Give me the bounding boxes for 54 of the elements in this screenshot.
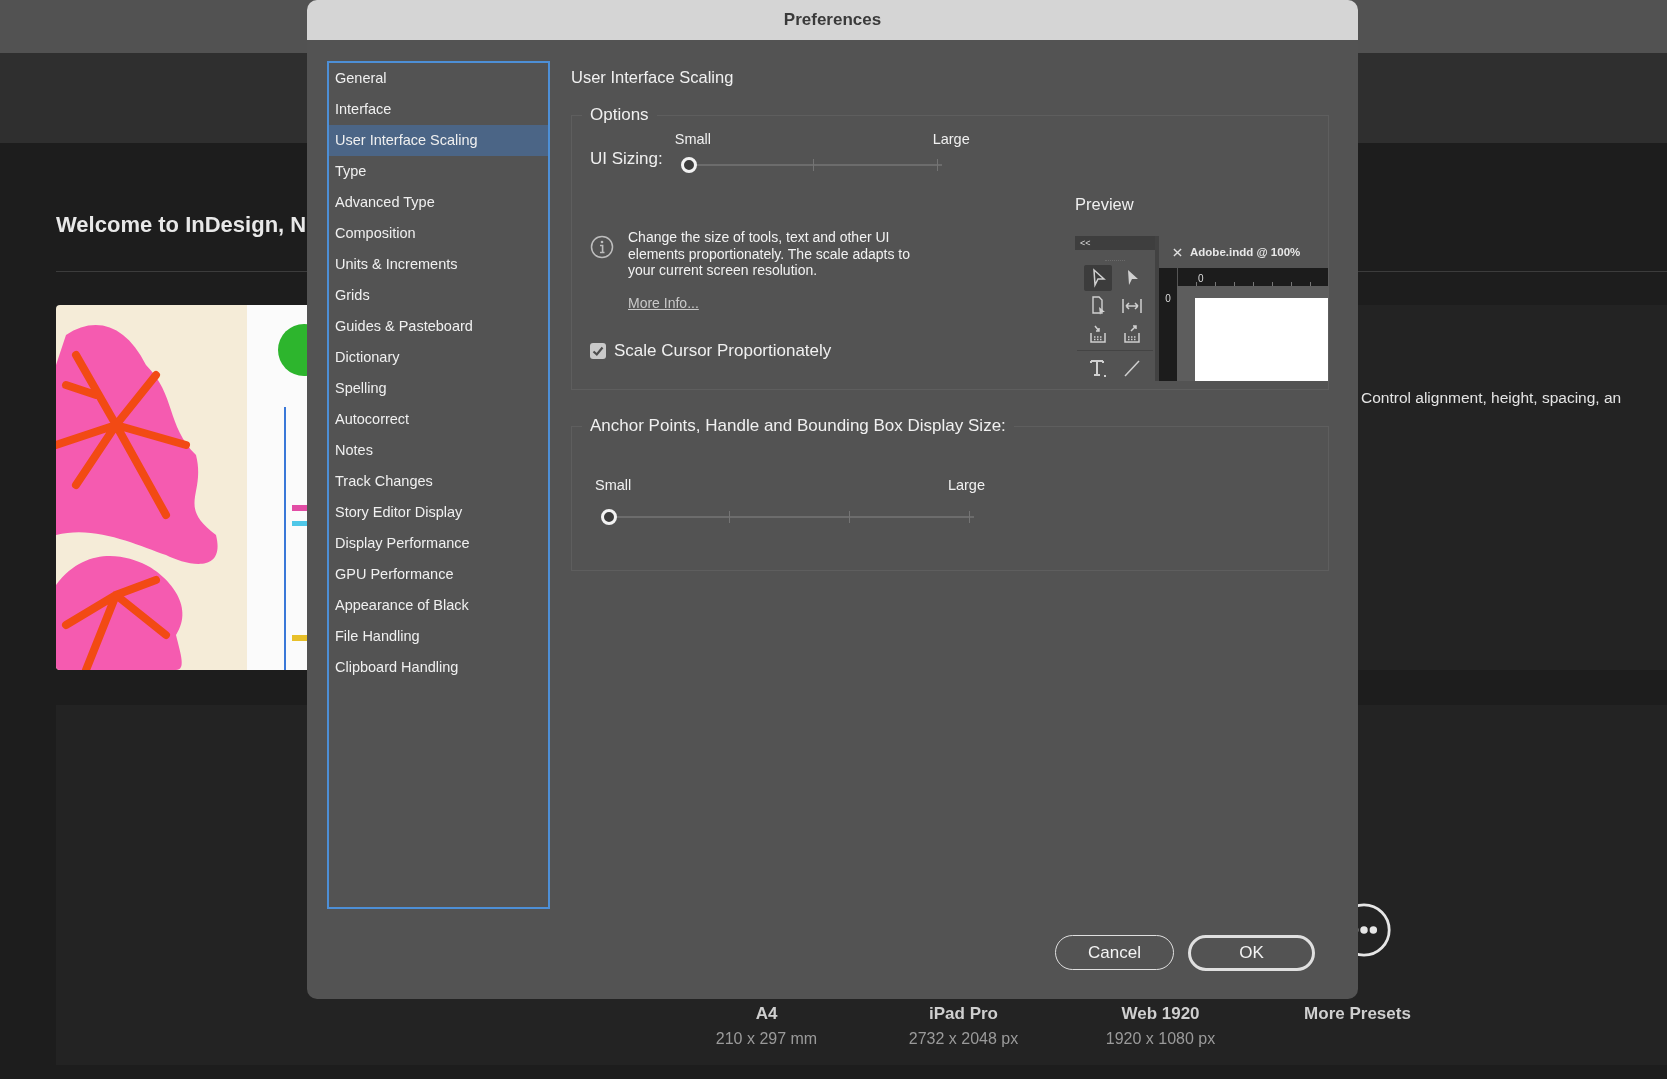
checkbox-label[interactable]: Scale Cursor Proportionately <box>614 340 832 361</box>
slider-thumb[interactable] <box>601 509 617 525</box>
category-item[interactable]: Dictionary <box>329 342 548 373</box>
selection-tool-icon[interactable] <box>1084 265 1112 291</box>
slider-min-label: Small <box>595 477 632 493</box>
ruler-number: 0 <box>1165 293 1171 304</box>
section-heading: User Interface Scaling <box>571 67 735 88</box>
category-item[interactable]: Display Performance <box>329 528 548 559</box>
welcome-title: Welcome to InDesign, N <box>56 212 307 238</box>
document-tab[interactable]: Adobe.indd @ 100% <box>1159 236 1328 268</box>
category-item[interactable]: User Interface Scaling <box>329 125 548 156</box>
category-item[interactable]: File Handling <box>329 621 548 652</box>
ok-button[interactable]: OK <box>1188 935 1315 971</box>
info-icon <box>590 235 614 259</box>
group-legend: Options <box>582 105 657 125</box>
category-item[interactable]: Units & Increments <box>329 249 548 280</box>
more-info-link[interactable]: More Info... <box>628 294 699 311</box>
preset-size: 2732 x 2048 px <box>908 1030 1019 1048</box>
close-icon[interactable] <box>1173 247 1182 257</box>
category-item[interactable]: GPU Performance <box>329 559 548 590</box>
category-item[interactable]: Track Changes <box>329 466 548 497</box>
slider-min-label: Small <box>674 131 711 147</box>
dialog-title: Preferences <box>783 10 882 30</box>
ui-sizing-label: UI Sizing: <box>590 149 663 169</box>
category-item[interactable]: Advanced Type <box>329 187 548 218</box>
preset-name[interactable]: iPad Pro <box>929 1004 998 1024</box>
slider-max-label: Large <box>932 131 970 147</box>
info-text: Change the size of tools, text and other UI elements proportionately. The scale adapts to your current screen resolution. <box>628 229 911 279</box>
category-item[interactable]: Clipboard Handling <box>329 652 548 683</box>
category-item[interactable]: Composition <box>329 218 548 249</box>
category-item[interactable]: Guides & Pasteboard <box>329 311 548 342</box>
slider-thumb[interactable] <box>680 157 697 173</box>
preset-name[interactable]: Web 1920 <box>1121 1004 1200 1024</box>
collapse-toggle[interactable]: << <box>1080 238 1091 248</box>
category-item[interactable]: Story Editor Display <box>329 497 548 528</box>
category-item[interactable]: Interface <box>329 94 548 125</box>
checkbox[interactable] <box>590 342 606 359</box>
ruler-number: 0 <box>1198 273 1204 284</box>
preset-size: 210 x 297 mm <box>715 1030 818 1048</box>
preset-name[interactable]: A4 <box>755 1004 778 1024</box>
category-item[interactable]: Appearance of Black <box>329 590 548 621</box>
category-item[interactable]: Type <box>329 156 548 187</box>
preview-label: Preview <box>1075 195 1135 215</box>
preset-name[interactable]: More Presets <box>1304 1004 1411 1024</box>
group-legend: Anchor Points, Handle and Bounding Box Display Size: <box>582 416 1014 436</box>
feature-description: Control alignment, height, spacing, an <box>1360 389 1622 407</box>
category-item[interactable]: General <box>329 63 548 94</box>
slider-max-label: Large <box>947 477 985 493</box>
category-item[interactable]: Grids <box>329 280 548 311</box>
category-item[interactable]: Spelling <box>329 373 548 404</box>
preset-size: 1920 x 1080 px <box>1105 1030 1216 1048</box>
category-item[interactable]: Notes <box>329 435 548 466</box>
document-title: Adobe.indd @ 100% <box>1190 246 1301 258</box>
category-item[interactable]: Autocorrect <box>329 404 548 435</box>
